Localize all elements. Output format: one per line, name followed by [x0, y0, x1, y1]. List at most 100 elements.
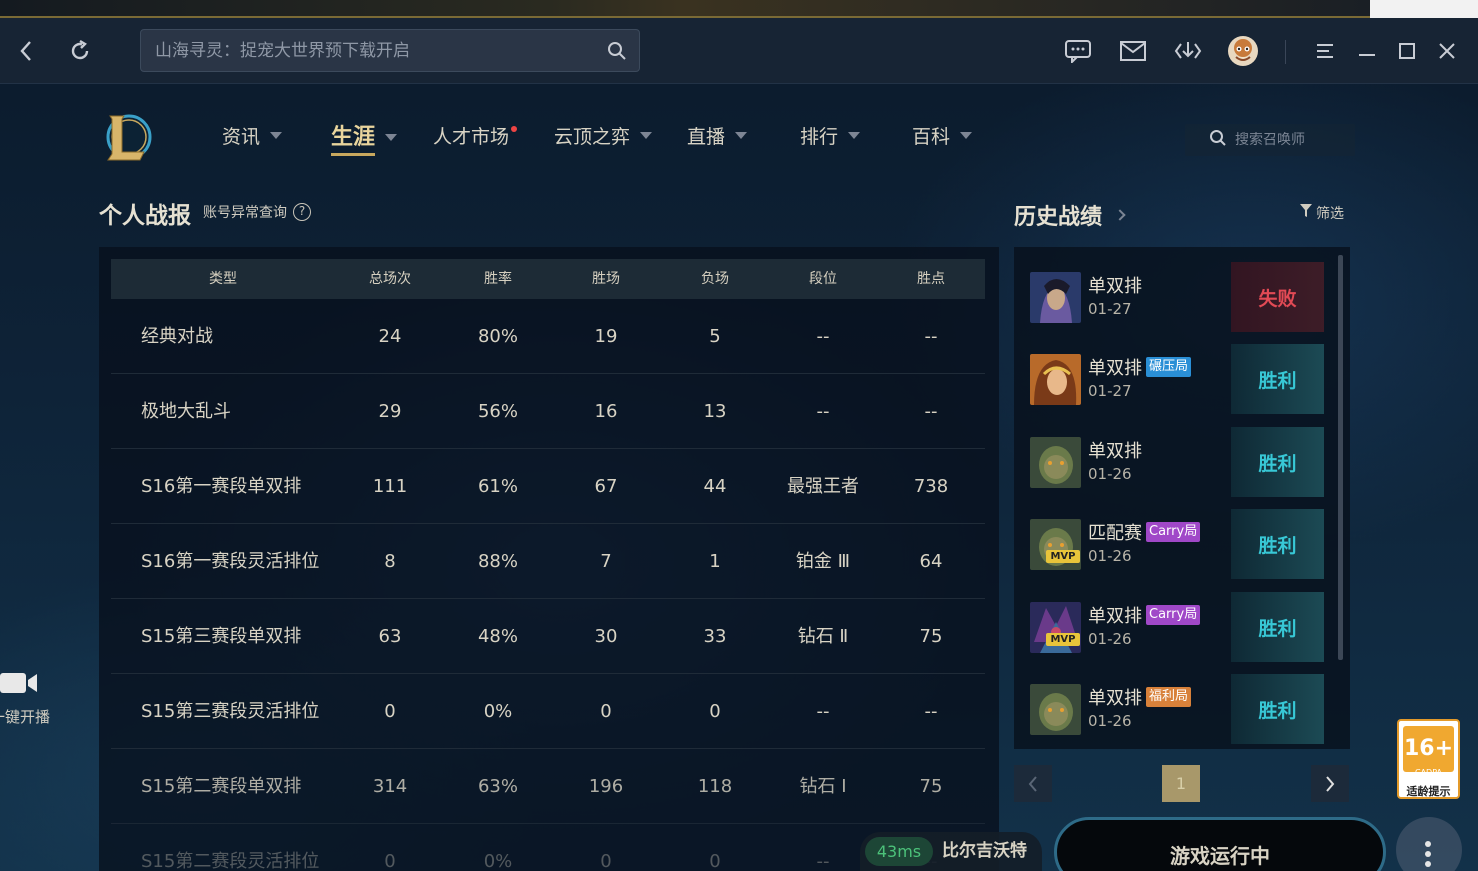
table-cell-lp: 75 — [919, 776, 943, 797]
chat-icon[interactable] — [1062, 18, 1094, 84]
match-date: 01-26 — [1088, 465, 1132, 483]
match-result: 失败 — [1231, 262, 1324, 332]
table-cell-wins: 196 — [588, 776, 624, 797]
nav-label: 人才市场 — [433, 126, 510, 148]
table-row: S16第一赛段灵活排位 8 88% 7 1 铂金 Ⅲ 64 — [111, 524, 985, 599]
table-cell-total: 24 — [378, 326, 402, 347]
filter-button[interactable]: 筛选 — [1300, 203, 1344, 223]
column-header: 胜场 — [592, 271, 620, 287]
match-item[interactable]: 单双排 碾压局 01-27 胜利 — [1030, 344, 1324, 414]
global-search-input[interactable] — [141, 30, 581, 71]
search-icon[interactable] — [1209, 129, 1227, 151]
table-cell-total: 63 — [378, 626, 402, 647]
table-cell-rank: 钻石 Ⅰ — [799, 776, 847, 797]
match-date: 01-26 — [1088, 547, 1132, 565]
table-cell-rank: 钻石 Ⅱ — [797, 626, 849, 647]
summoner-search[interactable] — [1185, 124, 1365, 156]
chevron-right-icon — [1114, 209, 1126, 221]
mvp-badge: MVP — [1046, 633, 1080, 646]
next-page-button[interactable] — [1311, 765, 1349, 802]
menu-icon[interactable] — [1310, 18, 1340, 84]
match-tag: 碾压局 — [1146, 357, 1192, 377]
table-cell-total: 29 — [378, 401, 402, 422]
back-icon[interactable] — [10, 18, 42, 84]
match-mode-label: 单双排 — [1088, 606, 1142, 627]
table-cell-winrate: 48% — [477, 626, 518, 647]
table-cell-wins: 0 — [600, 851, 612, 871]
window-top-strip — [0, 0, 1370, 18]
window-top-strip-right — [1370, 0, 1478, 18]
page-number-button[interactable]: 1 — [1162, 765, 1200, 802]
notification-dot — [511, 126, 518, 132]
table-cell-total: 0 — [384, 701, 396, 722]
refresh-icon[interactable] — [64, 18, 96, 84]
summoner-search-input[interactable] — [1235, 132, 1365, 148]
nav-label: 百科 — [912, 126, 951, 148]
table-cell-lp: -- — [924, 326, 938, 347]
match-tag: Carry局 — [1146, 522, 1201, 542]
close-icon[interactable] — [1432, 18, 1462, 84]
match-mode: 单双排 Carry局 — [1088, 602, 1201, 628]
global-search-bar[interactable] — [140, 29, 640, 72]
chevron-down-icon — [848, 132, 861, 139]
history-title-label: 历史战绩 — [1014, 205, 1103, 230]
age-rating-tip: 适龄提示 — [1406, 785, 1451, 798]
match-result: 胜利 — [1231, 592, 1324, 662]
table-cell-wins: 7 — [600, 551, 612, 572]
nav-item-wiki[interactable]: 百科 — [912, 122, 973, 149]
column-header: 胜率 — [484, 271, 512, 287]
column-header: 类型 — [209, 271, 237, 287]
more-dot — [1425, 841, 1431, 847]
nav-item-ranking[interactable]: 排行 — [800, 122, 861, 149]
match-result: 胜利 — [1231, 509, 1324, 579]
table-cell-type: 极地大乱斗 — [141, 401, 231, 422]
history-title[interactable]: 历史战绩 — [1014, 199, 1126, 231]
age-rating-badge: 16+ CADPA 适龄提示 — [1397, 719, 1460, 799]
table-cell-type: S15第二赛段灵活排位 — [141, 851, 320, 871]
champion-avatar — [1030, 272, 1081, 323]
lol-logo[interactable] — [100, 108, 156, 166]
match-tag: Carry局 — [1146, 605, 1201, 625]
table-row: 经典对战 24 80% 19 5 -- -- — [111, 299, 985, 374]
nav-item-talent-market[interactable]: 人才市场 — [433, 122, 518, 149]
chevron-down-icon — [385, 134, 398, 141]
nav-item-live[interactable]: 直播 — [687, 122, 748, 149]
user-avatar[interactable] — [1226, 18, 1260, 84]
match-item[interactable]: MVP 单双排 Carry局 01-26 胜利 — [1030, 592, 1324, 662]
download-icon[interactable] — [1172, 18, 1204, 84]
table-cell-wins: 67 — [594, 476, 618, 497]
nav-label: 直播 — [687, 126, 726, 148]
table-cell-total: 0 — [384, 851, 396, 871]
live-label: 一键开播 — [0, 708, 51, 726]
column-header: 总场次 — [369, 271, 411, 287]
match-item[interactable]: 单双排 01-26 胜利 — [1030, 427, 1324, 497]
launch-game-button[interactable]: 游戏运行中 — [1054, 817, 1386, 871]
table-cell-lp: -- — [924, 401, 938, 422]
help-icon[interactable]: ? — [293, 203, 311, 221]
match-mode-label: 单双排 — [1088, 441, 1142, 462]
prev-page-button[interactable] — [1014, 765, 1052, 802]
nav-label: 生涯 — [331, 119, 376, 156]
more-options-button[interactable] — [1396, 817, 1462, 871]
match-item[interactable]: MVP 匹配赛 Carry局 01-26 胜利 — [1030, 509, 1324, 579]
match-item[interactable]: 单双排 福利局 01-26 胜利 — [1030, 674, 1324, 744]
maximize-icon[interactable] — [1392, 18, 1422, 84]
search-icon[interactable] — [607, 41, 627, 65]
table-cell-rank: -- — [816, 701, 830, 722]
minimize-icon[interactable] — [1352, 18, 1382, 84]
mail-icon[interactable] — [1117, 18, 1149, 84]
history-scrollbar[interactable] — [1338, 255, 1343, 660]
match-item[interactable]: 单双排 01-27 失败 — [1030, 262, 1324, 332]
account-anomaly-link[interactable]: 账号异常查询 ? — [203, 202, 311, 222]
nav-item-tft[interactable]: 云顶之弈 — [554, 122, 653, 149]
titlebar-divider — [1285, 40, 1286, 64]
match-mode: 匹配赛 Carry局 — [1088, 519, 1201, 545]
nav-item-career[interactable]: 生涯 — [331, 119, 398, 156]
nav-item-news[interactable]: 资讯 — [222, 122, 283, 149]
table-cell-wins: 16 — [594, 401, 618, 422]
chevron-down-icon — [640, 132, 653, 139]
filter-label: 筛选 — [1316, 206, 1344, 222]
server-status[interactable]: 43ms 比尔吉沃特 — [860, 832, 1042, 871]
table-cell-losses: 0 — [709, 851, 721, 871]
table-cell-rank: 最强王者 — [787, 476, 859, 497]
